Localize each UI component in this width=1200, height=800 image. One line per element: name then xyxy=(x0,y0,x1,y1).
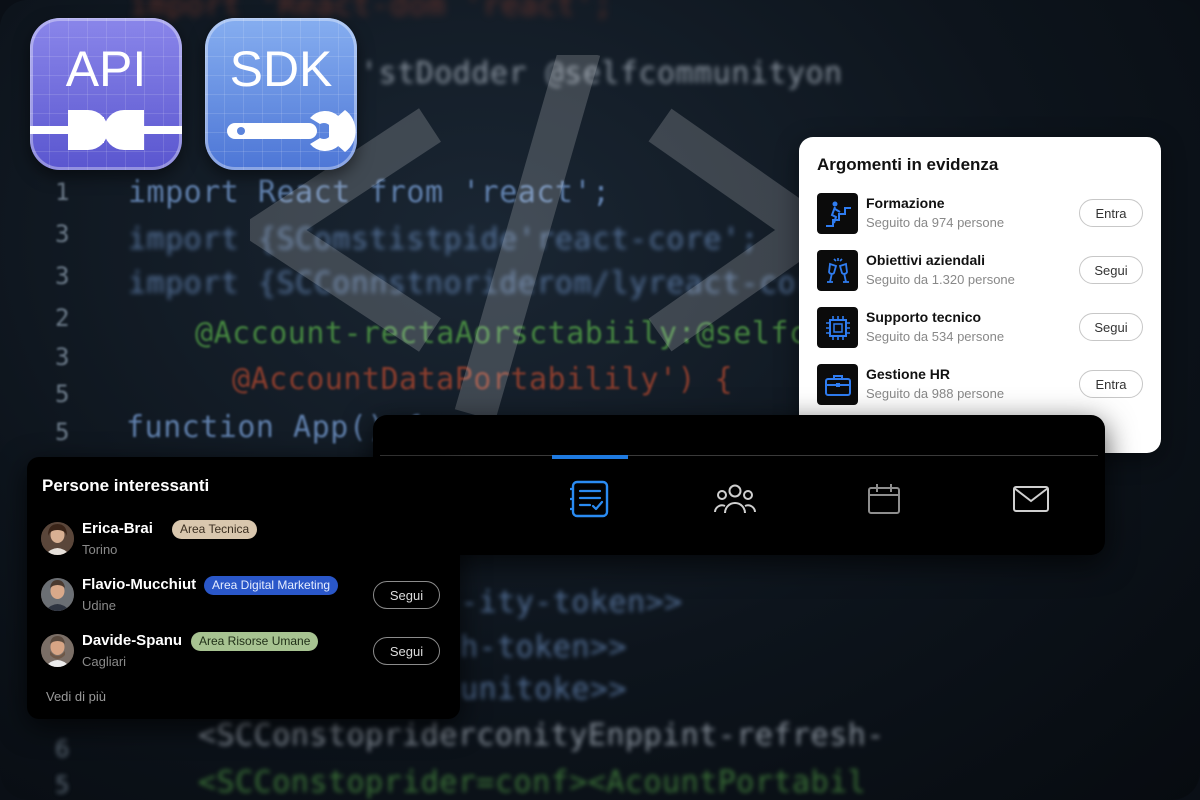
calendar-icon[interactable] xyxy=(859,477,909,521)
code-line: h-token>> xyxy=(460,630,628,665)
chip-icon xyxy=(817,307,858,348)
follow-button[interactable]: Segui xyxy=(373,637,440,665)
person-item[interactable]: Erica-Brai Area Tecnica Torino xyxy=(41,520,443,562)
bottom-nav-bar xyxy=(373,415,1105,555)
area-tag: Area Risorse Umane xyxy=(191,632,319,651)
toast-glasses-icon xyxy=(817,250,858,291)
enter-button[interactable]: Entra xyxy=(1079,199,1143,227)
avatar xyxy=(41,578,74,611)
topics-card: Argomenti in evidenza Formazione Seguito… xyxy=(799,137,1161,453)
code-line: -ity-token>> xyxy=(460,585,683,620)
api-label: API xyxy=(65,41,147,97)
line-number: 3 xyxy=(55,220,70,248)
topic-item[interactable]: Formazione Seguito da 974 persone Entra xyxy=(817,193,1143,237)
line-number: 1 xyxy=(55,178,70,206)
topic-followers: Seguito da 974 persone xyxy=(866,215,1005,230)
line-number: 6 xyxy=(55,735,70,763)
follow-button[interactable]: Segui xyxy=(373,581,440,609)
active-tab-indicator xyxy=(552,455,628,459)
people-card: Persone interessanti Erica-Brai Area Tec… xyxy=(27,457,460,719)
plug-icon xyxy=(30,110,182,150)
nav-divider xyxy=(380,455,1098,456)
groups-icon[interactable] xyxy=(710,477,760,521)
topic-name: Gestione HR xyxy=(866,366,951,382)
avatar xyxy=(41,634,74,667)
person-item[interactable]: Davide-Spanu Area Risorse Umane Cagliari… xyxy=(41,632,443,674)
code-line: <SCConstoprider=conf><AcountPortabil xyxy=(198,765,867,800)
topic-name: Formazione xyxy=(866,195,945,211)
api-app-icon[interactable]: API xyxy=(30,18,182,170)
topic-name: Obiettivi aziendali xyxy=(866,252,986,268)
person-name: Erica-Brai xyxy=(82,520,153,537)
code-line: import 'React-dom 'react'; xyxy=(130,0,613,23)
briefcase-icon xyxy=(817,364,858,405)
line-number: 3 xyxy=(55,343,70,371)
sdk-app-icon[interactable]: SDK xyxy=(205,18,357,170)
topic-followers: Seguito da 534 persone xyxy=(866,329,1005,344)
topic-item[interactable]: Supporto tecnico Seguito da 534 persone … xyxy=(817,307,1143,351)
follow-button[interactable]: Segui xyxy=(1079,256,1143,284)
person-item[interactable]: Flavio-Mucchiut Area Digital Marketing U… xyxy=(41,576,443,618)
sdk-label: SDK xyxy=(229,41,333,97)
topic-name: Supporto tecnico xyxy=(866,309,982,325)
person-name: Flavio-Mucchiut xyxy=(82,576,197,593)
code-line: unitoke>> xyxy=(460,672,628,707)
see-more-link[interactable]: Vedi di più xyxy=(46,689,106,704)
person-city: Cagliari xyxy=(82,654,127,669)
line-number: 5 xyxy=(55,771,70,799)
topics-title: Argomenti in evidenza xyxy=(817,155,999,174)
mail-icon[interactable] xyxy=(1006,477,1056,521)
person-name: Davide-Spanu xyxy=(82,632,183,649)
area-tag: Area Digital Marketing xyxy=(204,576,339,595)
line-number: 2 xyxy=(55,304,70,332)
follow-button[interactable]: Segui xyxy=(1079,313,1143,341)
person-city: Torino xyxy=(82,542,118,557)
person-city: Udine xyxy=(82,598,116,613)
stairs-climb-icon xyxy=(817,193,858,234)
line-number: 5 xyxy=(55,380,70,408)
feed-icon[interactable] xyxy=(565,477,615,521)
people-title: Persone interessanti xyxy=(42,476,210,495)
topic-item[interactable]: Gestione HR Seguito da 988 persone Entra xyxy=(817,364,1143,408)
wrench-icon xyxy=(227,110,356,152)
screen: import 'React-dom 'react'; 'stDodder @se… xyxy=(0,0,1200,800)
avatar xyxy=(41,522,74,555)
code-line: <SCConstopriderconityEnppint-refresh- xyxy=(198,718,885,753)
line-number: 3 xyxy=(55,262,70,290)
topic-followers: Seguito da 1.320 persone xyxy=(866,272,1015,287)
enter-button[interactable]: Entra xyxy=(1079,370,1143,398)
line-number: 5 xyxy=(55,418,70,446)
area-tag: Area Tecnica xyxy=(172,520,258,539)
topic-item[interactable]: Obiettivi aziendali Seguito da 1.320 per… xyxy=(817,250,1143,294)
topic-followers: Seguito da 988 persone xyxy=(866,386,1005,401)
